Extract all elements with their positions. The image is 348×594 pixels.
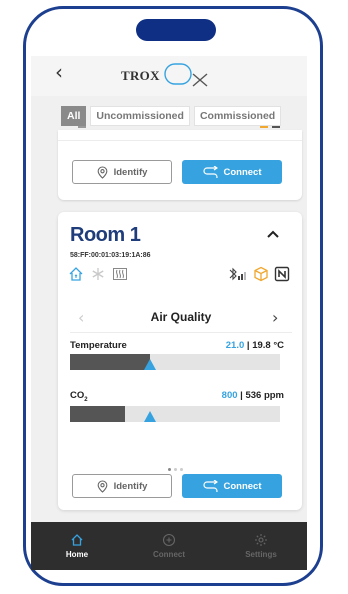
co2-bar[interactable] bbox=[70, 406, 280, 422]
identify-label: Identify bbox=[113, 166, 148, 178]
identify-button[interactable]: Identify bbox=[72, 474, 172, 498]
filter-uncommissioned[interactable]: Uncommissioned bbox=[90, 106, 190, 126]
page-indicator bbox=[168, 468, 183, 471]
heating-icon bbox=[113, 268, 127, 280]
connect-button[interactable]: Connect bbox=[182, 474, 282, 498]
temperature-label: Temperature bbox=[70, 340, 127, 351]
chevron-up-icon[interactable] bbox=[263, 224, 283, 244]
connect-arrows-icon bbox=[202, 166, 218, 178]
mac-address: 58:FF:00:01:03:19:1A:86 bbox=[70, 252, 151, 259]
location-pin-icon bbox=[97, 479, 107, 493]
partial-icons-row bbox=[78, 126, 280, 128]
section-next-button[interactable]: › bbox=[272, 308, 278, 327]
co2-label-main: CO bbox=[70, 390, 85, 401]
section-navigator: ‹ Air Quality › bbox=[70, 302, 292, 333]
connect-label: Connect bbox=[223, 480, 262, 492]
temperature-separator: | bbox=[244, 340, 253, 351]
plus-circle-icon bbox=[162, 533, 176, 547]
logo-ring-icon bbox=[164, 63, 208, 87]
filter-all[interactable]: All bbox=[61, 106, 87, 126]
temperature-bar[interactable] bbox=[70, 354, 280, 370]
snowflake-icon bbox=[92, 268, 104, 280]
status-icons bbox=[228, 266, 290, 282]
home-icon bbox=[71, 534, 83, 546]
app-header: ‹ TROX bbox=[31, 56, 307, 96]
identify-button[interactable]: Identify bbox=[72, 160, 172, 184]
page-dot bbox=[174, 468, 177, 471]
temperature-actual: 19.8 °C bbox=[252, 340, 284, 351]
tab-home[interactable]: Home bbox=[31, 522, 123, 570]
connect-arrows-icon bbox=[202, 480, 218, 492]
co2-label-sub: 2 bbox=[84, 396, 88, 403]
connect-label: Connect bbox=[223, 166, 262, 178]
tab-connect-label: Connect bbox=[153, 550, 185, 559]
bluetooth-signal-icon bbox=[229, 267, 246, 281]
tab-home-label: Home bbox=[65, 550, 89, 559]
co2-actual: 536 ppm bbox=[245, 390, 284, 401]
mode-icons bbox=[68, 266, 128, 282]
co2-setpoint: 800 bbox=[221, 390, 238, 401]
temperature-setpoint-marker bbox=[144, 359, 156, 370]
temperature-setpoint: 21.0 bbox=[225, 340, 245, 351]
co2-bar-fill bbox=[70, 406, 125, 422]
tab-settings[interactable]: Settings bbox=[215, 522, 307, 570]
home-occupancy-icon bbox=[69, 267, 83, 281]
phone-notch bbox=[136, 19, 216, 41]
back-button[interactable]: ‹ bbox=[55, 62, 63, 82]
temperature-value: 21.0 | 19.8 °C bbox=[226, 340, 284, 351]
co2-label: CO2 bbox=[70, 390, 88, 403]
app-screen: ‹ TROX All Uncommissioned Commissioned I… bbox=[31, 56, 307, 570]
page-dot bbox=[180, 468, 183, 471]
section-title: Air Quality bbox=[150, 310, 212, 324]
room-card: Room 1 58:FF:00:01:03:19:1A:86 ‹ Air Qua… bbox=[58, 212, 302, 510]
room-title: Room 1 bbox=[70, 224, 141, 246]
connect-button[interactable]: Connect bbox=[182, 160, 282, 184]
tab-connect[interactable]: Connect bbox=[123, 522, 215, 570]
cube-icon bbox=[254, 266, 268, 282]
filter-commissioned[interactable]: Commissioned bbox=[193, 106, 282, 126]
card-divider bbox=[58, 140, 302, 141]
bottom-tab-bar: Home Connect Settings bbox=[31, 522, 307, 570]
identify-label: Identify bbox=[113, 480, 148, 492]
tab-settings-label: Settings bbox=[245, 550, 277, 559]
page-dot bbox=[168, 468, 171, 471]
filter-tabs: All Uncommissioned Commissioned bbox=[61, 106, 282, 126]
co2-setpoint-marker bbox=[144, 411, 156, 422]
logo-text: TROX bbox=[121, 68, 160, 83]
location-pin-icon bbox=[97, 165, 107, 179]
device-card-collapsed: Identify Connect bbox=[58, 126, 302, 200]
nfc-icon bbox=[274, 266, 290, 282]
co2-value: 800 | 536 ppm bbox=[222, 390, 284, 401]
temperature-bar-fill bbox=[70, 354, 150, 370]
gear-icon bbox=[255, 534, 267, 546]
